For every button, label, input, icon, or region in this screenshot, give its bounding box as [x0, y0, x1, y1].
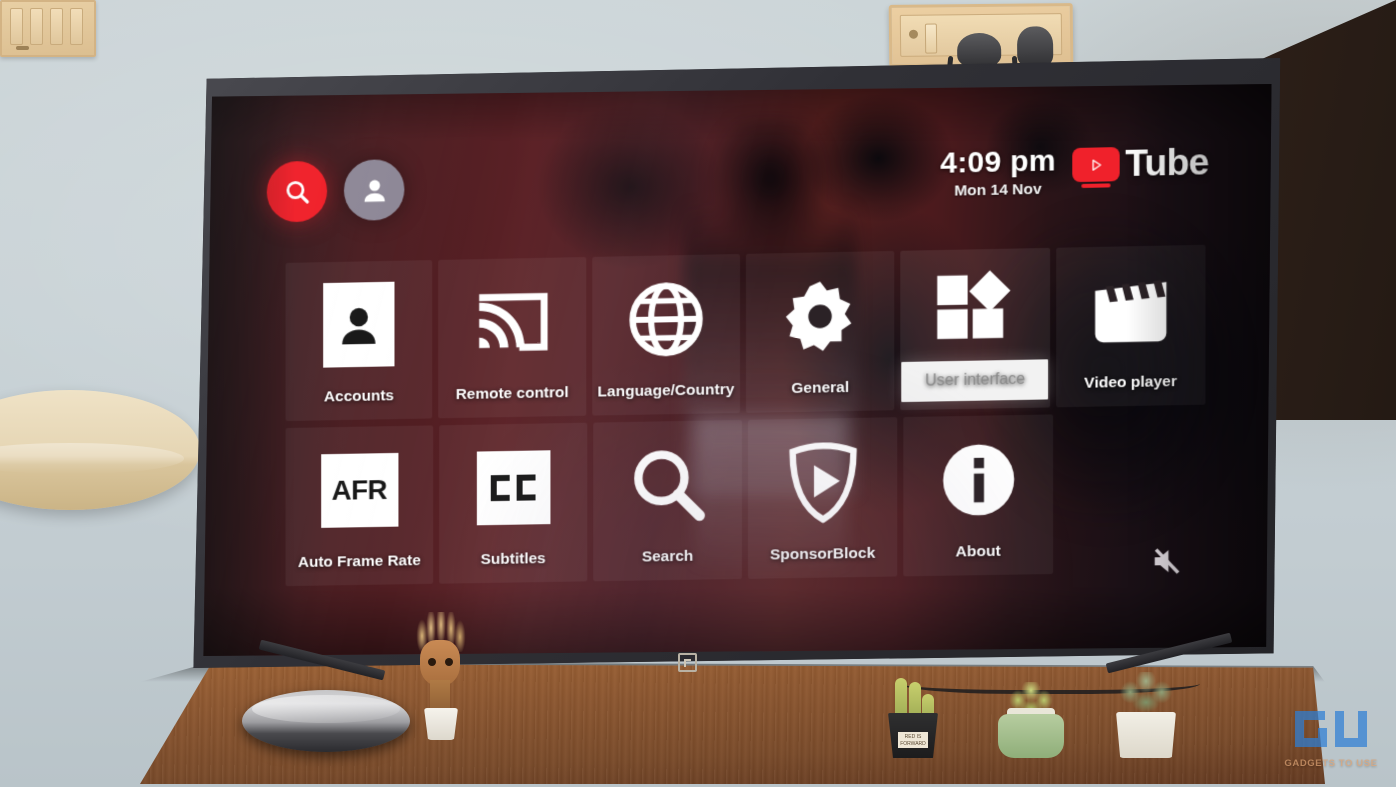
tile-label: Language/Country [597, 381, 735, 401]
clock-date: Mon 14 Nov [954, 180, 1042, 200]
tile-label-focused: User interface [901, 359, 1049, 403]
television: 4:09 pm Mon 14 Nov Tube Accounts Remote … [193, 58, 1281, 668]
search-button[interactable] [266, 160, 328, 223]
round-side-table [0, 390, 200, 510]
tile-icon-wrap [901, 248, 1050, 362]
tile-icon-wrap [1056, 245, 1206, 375]
header-left-actions [266, 158, 405, 223]
tile-icon-wrap [748, 417, 897, 547]
cactus-pot: RED IS FORWARD [884, 676, 942, 758]
tile-icon-wrap [286, 260, 433, 389]
watermark-text: GADGETS TO USE [1284, 758, 1378, 769]
search-icon [282, 176, 312, 206]
clock: 4:09 pm Mon 14 Nov [940, 143, 1055, 200]
afr-icon: AFR [320, 452, 398, 528]
brand-text: Tube [1125, 141, 1209, 185]
settings-tile-user-interface[interactable]: User interface [900, 247, 1050, 411]
play-badge-icon [1071, 147, 1120, 183]
tile-label: About [955, 542, 1001, 561]
watermark-logo-icon [1295, 711, 1367, 755]
settings-grid-row: AFR Auto Frame Rate Subtitles Search Spo… [285, 412, 1206, 587]
settings-tile-accounts[interactable]: Accounts [285, 260, 433, 422]
watermark: GADGETS TO USE [1276, 711, 1386, 769]
tile-label: Accounts [323, 387, 394, 406]
afr-icon-text: AFR [331, 473, 388, 506]
tile-icon-wrap [592, 254, 740, 384]
person-card-icon [323, 281, 395, 368]
settings-grid: Accounts Remote control Language/Country… [285, 244, 1206, 593]
header-right-status: 4:09 pm Mon 14 Nov Tube [940, 140, 1208, 201]
settings-tile-language-country[interactable]: Language/Country [591, 253, 740, 416]
tile-icon-wrap: AFR [286, 425, 434, 554]
globe-icon [630, 282, 703, 356]
settings-tile-remote-control[interactable]: Remote control [438, 256, 586, 419]
layout-blocks-icon [937, 269, 1011, 339]
settings-tile-about[interactable]: About [903, 414, 1054, 577]
tile-icon-wrap [903, 414, 1053, 544]
tile-label: General [791, 378, 850, 398]
tile-label: Auto Frame Rate [297, 552, 421, 572]
gear-icon [786, 280, 852, 352]
settings-tile-general[interactable]: General [745, 250, 895, 413]
tile-label: Remote control [455, 384, 569, 404]
settings-tile-sponsorblock[interactable]: SponsorBlock [747, 417, 898, 579]
room-photo-scene: 4:09 pm Mon 14 Nov Tube Accounts Remote … [0, 0, 1396, 787]
smarttube-settings-screen: 4:09 pm Mon 14 Nov Tube Accounts Remote … [203, 84, 1271, 656]
light-switch-plate [0, 0, 96, 57]
tile-icon-wrap [438, 257, 585, 386]
magnifier-icon [634, 450, 705, 521]
settings-tile-video-player[interactable]: Video player [1055, 244, 1206, 408]
app-brand-logo: Tube [1071, 141, 1209, 186]
clock-time: 4:09 pm [940, 144, 1056, 180]
settings-tile-subtitles[interactable]: Subtitles [439, 422, 588, 584]
robot-vacuum [242, 690, 410, 752]
tile-icon-wrap [593, 420, 742, 549]
cast-icon [472, 287, 552, 356]
tv-screen-panel: 4:09 pm Mon 14 Nov Tube Accounts Remote … [203, 84, 1272, 656]
settings-tile-search[interactable]: Search [593, 419, 742, 582]
groot-planter [414, 612, 468, 740]
play-triangle-icon [1087, 156, 1104, 173]
account-button[interactable] [343, 158, 405, 221]
shield-play-icon [783, 439, 863, 524]
tile-label: Video player [1084, 373, 1177, 392]
clapperboard-icon [1094, 279, 1167, 343]
tile-label: Subtitles [480, 550, 546, 569]
tile-icon-wrap [746, 251, 895, 381]
settings-tile-auto-frame-rate[interactable]: AFR Auto Frame Rate [285, 425, 434, 587]
info-circle-icon [942, 443, 1014, 516]
person-icon [363, 179, 385, 202]
wall-socket [888, 3, 1074, 68]
green-succulent [996, 682, 1066, 758]
tile-label: SponsorBlock [769, 544, 876, 564]
volume-muted-icon [1150, 546, 1184, 582]
settings-grid-row: Accounts Remote control Language/Country… [285, 244, 1206, 422]
white-pot-succulent [1110, 672, 1182, 758]
closed-caption-icon [476, 449, 550, 525]
tile-icon-wrap [439, 423, 587, 552]
oneplus-logo [678, 653, 697, 672]
tile-label: Search [641, 547, 694, 566]
